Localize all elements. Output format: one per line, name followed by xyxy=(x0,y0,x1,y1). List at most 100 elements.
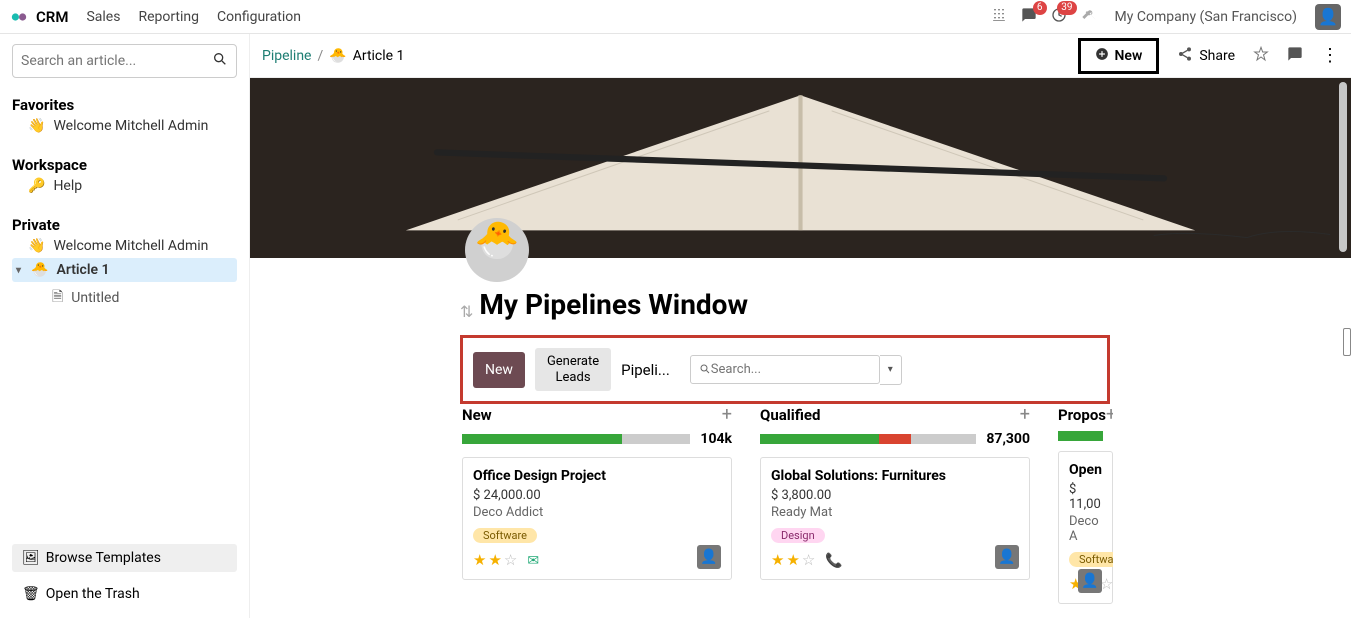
search-icon xyxy=(699,360,711,379)
article-search[interactable] xyxy=(12,44,237,78)
priority-stars[interactable]: ★★☆✉ xyxy=(473,551,721,569)
kanban-column: Qualified +87,300 Global Solutions: Furnit… xyxy=(760,404,1030,604)
app-title: CRM xyxy=(36,8,68,26)
chick-icon: 🐣 xyxy=(31,262,48,278)
new-article-button[interactable]: New xyxy=(1078,38,1160,74)
add-card-icon[interactable]: + xyxy=(722,404,732,425)
app-logo-icon xyxy=(10,8,28,26)
activities-icon[interactable]: 39 xyxy=(1051,7,1067,27)
browse-templates-button[interactable]: 🖼 Browse Templates xyxy=(12,544,237,572)
gen-line2: Leads xyxy=(547,370,599,386)
assignee-avatar[interactable]: 👤 xyxy=(995,545,1019,569)
messages-badge: 6 xyxy=(1033,1,1047,15)
emb-search[interactable] xyxy=(690,355,880,384)
share-button[interactable]: Share xyxy=(1177,46,1235,66)
assignee-avatar[interactable]: 👤 xyxy=(1078,569,1102,593)
star-icon[interactable] xyxy=(1253,46,1269,66)
card-amount: $ 3,800.00 xyxy=(771,488,1019,503)
chick-icon: 🐣 xyxy=(329,48,346,64)
section-workspace: Workspace xyxy=(12,156,237,174)
kanban-board: New +104k Office Design Project $ 24,000.0… xyxy=(460,404,1351,604)
card-title: Office Design Project xyxy=(473,468,721,484)
kanban-card[interactable]: Open $ 11,00 Deco A Softwa ★☆☆ 👤 xyxy=(1058,451,1113,604)
image-icon: 🖼 xyxy=(22,550,40,566)
card-title: Open xyxy=(1069,462,1102,478)
page-title[interactable]: My Pipelines Window xyxy=(479,288,748,321)
search-input[interactable] xyxy=(21,53,212,69)
comment-icon[interactable] xyxy=(1287,46,1303,66)
plus-circle-icon xyxy=(1095,47,1109,65)
scrollbar-thumb[interactable] xyxy=(1339,82,1347,252)
menu-configuration[interactable]: Configuration xyxy=(217,9,301,25)
add-card-icon[interactable]: + xyxy=(1106,404,1113,425)
section-private: Private xyxy=(12,216,237,234)
phone-icon[interactable]: 📞 xyxy=(825,553,844,569)
messages-icon[interactable]: 6 xyxy=(1021,7,1037,27)
breadcrumb-sep: / xyxy=(318,48,324,64)
envelope-icon[interactable]: ✉ xyxy=(527,553,541,569)
wave-icon: 👋 xyxy=(28,118,45,134)
kebab-icon[interactable]: ⋮ xyxy=(1321,45,1339,66)
emb-search-input[interactable] xyxy=(711,362,877,377)
trash-icon: 🗑 xyxy=(22,586,40,602)
cover-image xyxy=(250,78,1351,258)
column-title: Qualified xyxy=(760,406,820,424)
sidebar-item-untitled[interactable]: 🗎 Untitled xyxy=(12,282,237,314)
card-tag: Design xyxy=(771,528,825,543)
card-tag: Softwa xyxy=(1069,552,1113,567)
sidebar-item-welcome-fav[interactable]: 👋 Welcome Mitchell Admin xyxy=(12,114,237,138)
sidebar-item-label: Welcome Mitchell Admin xyxy=(53,118,208,134)
breadcrumb-root[interactable]: Pipeline xyxy=(262,48,312,64)
priority-stars[interactable]: ★★☆📞 xyxy=(771,551,1019,569)
share-label: Share xyxy=(1199,48,1235,64)
sidebar-item-label: Article 1 xyxy=(56,262,109,278)
card-customer: Ready Mat xyxy=(771,505,1019,520)
assignee-avatar[interactable]: 👤 xyxy=(697,545,721,569)
emb-generate-leads-button[interactable]: Generate Leads xyxy=(535,348,611,391)
drag-handle-icon[interactable]: ⇅ xyxy=(460,302,473,321)
trash-label: Open the Trash xyxy=(46,586,140,602)
kanban-column: New +104k Office Design Project $ 24,000.0… xyxy=(462,404,732,604)
emb-new-button[interactable]: New xyxy=(473,352,525,388)
menu-reporting[interactable]: Reporting xyxy=(138,9,199,25)
add-card-icon[interactable]: + xyxy=(1020,404,1030,425)
card-tag: Software xyxy=(473,528,537,543)
dialpad-icon[interactable] xyxy=(991,7,1007,27)
search-icon[interactable] xyxy=(212,51,228,71)
emb-search-dropdown[interactable]: ▾ xyxy=(880,355,902,385)
browse-label: Browse Templates xyxy=(46,550,161,566)
new-label: New xyxy=(1115,48,1143,64)
sidebar-item-welcome-priv[interactable]: 👋 Welcome Mitchell Admin xyxy=(12,234,237,258)
card-customer: Deco A xyxy=(1069,514,1102,544)
sidebar-item-help[interactable]: 🔑 Help xyxy=(12,174,237,198)
activities-badge: 39 xyxy=(1057,1,1076,15)
user-avatar[interactable]: 👤 xyxy=(1315,4,1341,30)
sidebar-item-article1[interactable]: ▾ 🐣 Article 1 xyxy=(12,258,237,282)
caret-down-icon[interactable]: ▾ xyxy=(16,265,21,276)
share-icon xyxy=(1177,46,1193,66)
card-title: Global Solutions: Furnitures xyxy=(771,468,1019,484)
resize-handle-icon[interactable] xyxy=(1343,328,1351,356)
column-total: 104k xyxy=(700,431,732,447)
column-title: New xyxy=(462,406,492,424)
article-emoji[interactable]: 🐣 xyxy=(465,218,529,282)
sidebar-item-label: Welcome Mitchell Admin xyxy=(53,238,208,254)
column-total: 87,300 xyxy=(986,431,1030,447)
card-customer: Deco Addict xyxy=(473,505,721,520)
company-selector[interactable]: My Company (San Francisco) xyxy=(1115,9,1297,25)
key-icon: 🔑 xyxy=(28,178,45,194)
sidebar-item-label: Untitled xyxy=(71,290,119,306)
kanban-card[interactable]: Global Solutions: Furnitures $ 3,800.00 … xyxy=(760,457,1030,580)
card-amount: $ 24,000.00 xyxy=(473,488,721,503)
pipeline-toolbar-highlight: New Generate Leads Pipeli... ▾ xyxy=(460,335,1110,404)
tools-icon[interactable] xyxy=(1081,7,1097,27)
wave-icon: 👋 xyxy=(28,238,45,254)
kanban-card[interactable]: Office Design Project $ 24,000.00 Deco A… xyxy=(462,457,732,580)
column-title: Propos xyxy=(1058,406,1106,424)
section-favorites: Favorites xyxy=(12,96,237,114)
open-trash-button[interactable]: 🗑 Open the Trash xyxy=(12,580,237,608)
breadcrumb-current: Article 1 xyxy=(353,48,405,64)
sidebar-item-label: Help xyxy=(53,178,82,194)
menu-sales[interactable]: Sales xyxy=(86,9,120,25)
emb-title: Pipeli... xyxy=(621,361,670,379)
